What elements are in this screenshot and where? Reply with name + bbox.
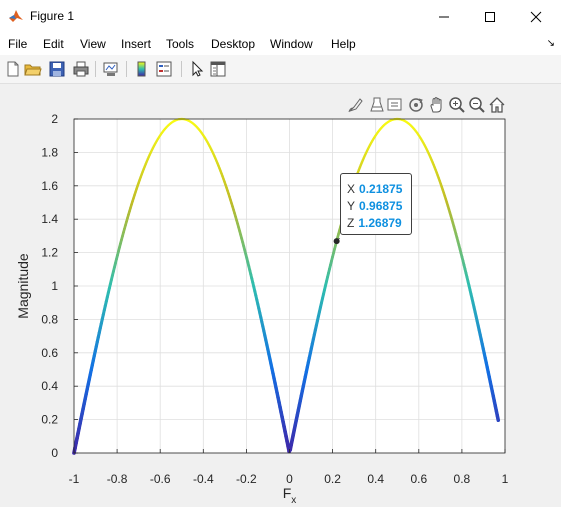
y-tick-label: 1.2 (41, 246, 58, 260)
datatip-z-value: 1.26879 (358, 216, 402, 230)
y-tick-label: 1.6 (41, 179, 58, 193)
y-tick-label: 1 (51, 279, 58, 293)
x-tick-label: 0.2 (324, 472, 341, 486)
y-tick-label: 0.8 (41, 312, 58, 326)
y-axis-label: Magnitude (15, 253, 31, 319)
datatip-y-label: Y (347, 199, 356, 213)
x-tick-label: -1 (69, 472, 80, 486)
datatip[interactable]: X 0.21875 Y 0.96875 Z 1.26879 (340, 173, 412, 235)
x-axis-ticks: -1 -0.8 -0.6 -0.4 -0.2 0 0.2 0.4 0.6 0.8 1 (69, 449, 509, 486)
y-tick-label: 2 (51, 112, 58, 126)
datatip-marker[interactable] (333, 238, 340, 245)
x-tick-label: -0.8 (107, 472, 128, 486)
datatip-x-value: 0.21875 (359, 182, 403, 196)
y-tick-label: 1.8 (41, 145, 58, 159)
y-tick-label: 0.6 (41, 346, 58, 360)
x-tick-label: -0.2 (236, 472, 257, 486)
x-tick-label: 1 (502, 472, 509, 486)
x-axis-label: Fx (283, 485, 297, 506)
y-tick-label: 0.2 (41, 413, 58, 427)
x-tick-label: 0.4 (367, 472, 384, 486)
x-tick-label: -0.6 (150, 472, 171, 486)
x-tick-label: 0.6 (410, 472, 427, 486)
y-tick-label: 0.4 (41, 379, 58, 393)
x-tick-label: -0.4 (193, 472, 214, 486)
datatip-x-label: X (347, 182, 356, 196)
datatip-y-value: 0.96875 (359, 199, 403, 213)
y-axis-ticks: 0 0.2 0.4 0.6 0.8 1 1.2 1.4 1.6 1.8 2 (41, 112, 78, 460)
y-tick-label: 1.4 (41, 212, 58, 226)
plot-canvas: -1 -0.8 -0.6 -0.4 -0.2 0 0.2 0.4 0.6 0.8 1 0 0.2 0.4… (15, 112, 509, 506)
curve-segment (495, 413, 501, 423)
x-tick-label: 0.8 (454, 472, 471, 486)
datatip-z-label: Z (347, 216, 355, 230)
y-tick-label: 0 (51, 446, 58, 460)
x-tick-label: 0 (286, 472, 293, 486)
